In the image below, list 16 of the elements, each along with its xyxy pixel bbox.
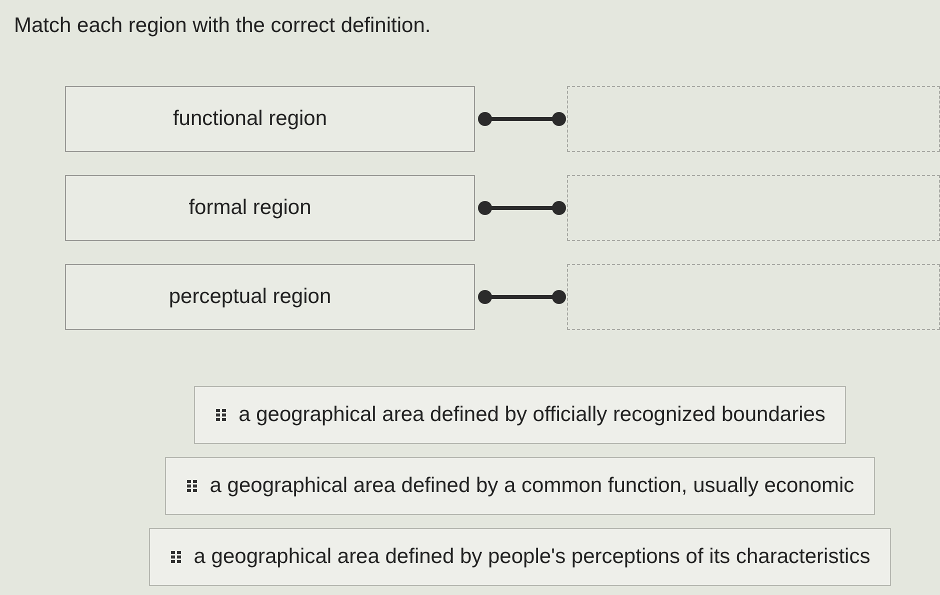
drop-zone[interactable] bbox=[567, 174, 940, 240]
drop-zone[interactable] bbox=[567, 264, 940, 330]
answer-tile[interactable]: a geographical area defined by people's perceptions of its characteristics bbox=[148, 528, 892, 586]
drop-zone[interactable] bbox=[567, 86, 940, 152]
term-card: perceptual region bbox=[65, 264, 475, 330]
drag-handle-icon bbox=[186, 480, 198, 492]
question-prompt: Match each region with the correct definition. bbox=[13, 13, 432, 39]
answer-tile[interactable]: a geographical area defined by a common function, usually economic bbox=[164, 456, 876, 514]
term-card: formal region bbox=[65, 174, 475, 240]
answer-text: a geographical area defined by officially recognized boundaries bbox=[238, 402, 826, 428]
drag-handle-icon bbox=[214, 408, 227, 420]
term-card: functional region bbox=[65, 86, 475, 152]
answer-tile[interactable]: a geographical area defined by officially recognized boundaries bbox=[194, 386, 846, 444]
answer-text: a geographical area defined by people's perceptions of its characteristics bbox=[194, 544, 870, 570]
answer-text: a geographical area defined by a common function, usually economic bbox=[210, 472, 854, 499]
drag-handle-icon bbox=[170, 550, 182, 562]
